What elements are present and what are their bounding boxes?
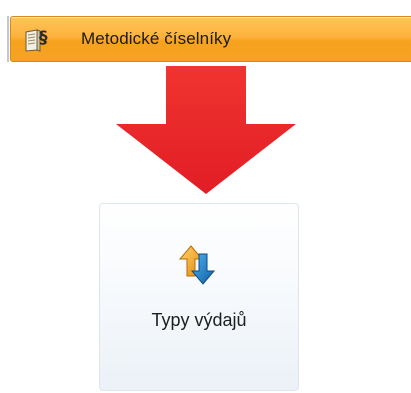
book-paragraph-icon: § bbox=[23, 23, 55, 55]
tile-typy-vydaju[interactable]: Typy výdajů bbox=[99, 203, 299, 391]
svg-text:§: § bbox=[39, 28, 48, 48]
tile-label: Typy výdajů bbox=[151, 310, 247, 330]
screen: § Metodické číselníky Typy výdajů bbox=[0, 0, 411, 393]
menu-item-label: Metodické číselníky bbox=[81, 29, 232, 48]
menu-bar-edge bbox=[7, 16, 9, 62]
down-arrow-icon bbox=[116, 66, 296, 194]
menu-item-metodicke-ciselniky[interactable]: § Metodické číselníky bbox=[10, 16, 411, 62]
swap-arrows-icon bbox=[179, 245, 216, 285]
